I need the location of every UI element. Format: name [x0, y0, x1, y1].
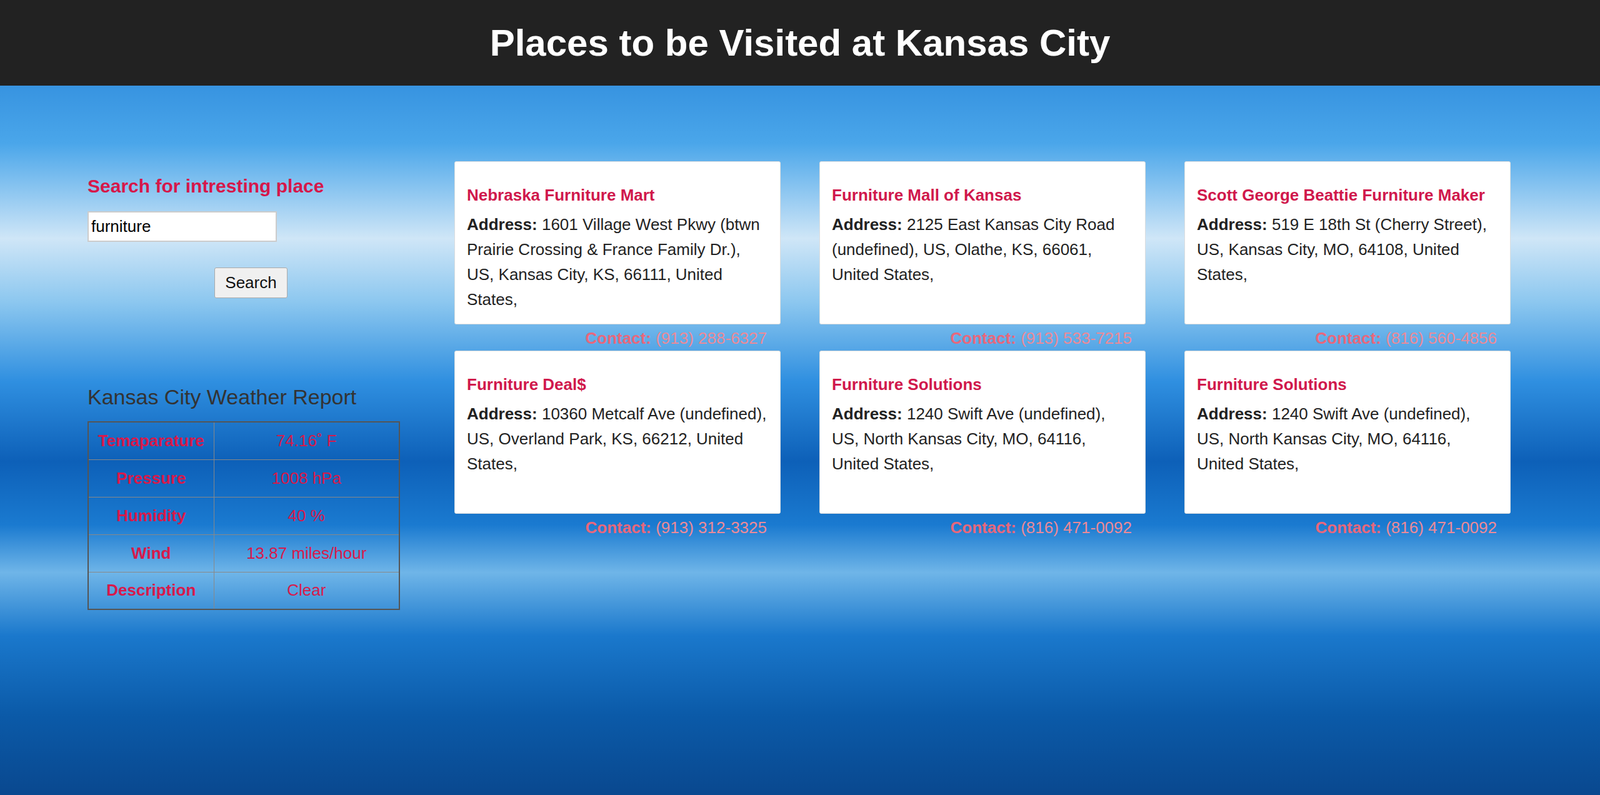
place-address: Address: 519 E 18th St (Cherry Street), …: [1196, 211, 1499, 287]
weather-value: Clear: [213, 571, 400, 610]
weather-row: Wind13.87 miles/hour: [88, 534, 400, 572]
search-input[interactable]: [87, 211, 277, 242]
weather-row: DescriptionClear: [88, 571, 400, 610]
place-name: Scott George Beattie Furniture Maker: [1196, 185, 1499, 205]
place-card: Furniture Deal$ Address: 10360 Metcalf Av…: [454, 350, 781, 514]
place-card: Furniture Mall of Kansas Address: 2125 Ea…: [819, 161, 1146, 325]
place-address: Address: 10360 Metcalf Ave (undefined), …: [466, 401, 769, 477]
weather-value: 13.87 miles/hour: [213, 534, 400, 572]
place-contact: Contact: (913) 312-3325: [454, 513, 781, 539]
search-heading: Search for intresting place: [87, 175, 400, 198]
place-item: Nebraska Furniture Mart Address: 1601 Vil…: [454, 161, 781, 350]
place-card: Furniture Solutions Address: 1240 Swift A…: [1184, 350, 1511, 514]
weather-row: Temaparature74.16˚ F: [88, 421, 400, 460]
place-name: Furniture Deal$: [466, 375, 769, 394]
place-address: Address: 1240 Swift Ave (undefined), US,…: [831, 401, 1134, 477]
place-card: Furniture Solutions Address: 1240 Swift A…: [819, 350, 1146, 514]
weather-table: Temaparature74.16˚ FPressure1008 hPaHumi…: [87, 421, 400, 610]
weather-value: 1008 hPa: [213, 459, 400, 497]
place-contact: Contact: (816) 471-0092: [1184, 513, 1511, 539]
sidebar: Search for intresting place Search Kansas …: [87, 161, 400, 795]
place-item: Furniture Solutions Address: 1240 Swift A…: [1184, 350, 1511, 539]
weather-label: Humidity: [88, 496, 214, 535]
weather-label: Wind: [88, 534, 214, 572]
app: Places to be Visited at Kansas City Searc…: [0, 0, 1600, 795]
place-name: Nebraska Furniture Mart: [466, 185, 769, 205]
place-contact: Contact: (913) 533-7215: [819, 324, 1146, 350]
place-contact: Contact: (816) 560-4856: [1184, 324, 1511, 350]
weather-label: Description: [88, 571, 214, 610]
place-address: Address: 2125 East Kansas City Road (und…: [831, 211, 1134, 287]
places-grid: Nebraska Furniture Mart Address: 1601 Vil…: [454, 161, 1511, 795]
place-card: Scott George Beattie Furniture Maker Addr…: [1184, 161, 1511, 325]
page-title: Places to be Visited at Kansas City: [490, 21, 1111, 65]
weather-label: Temaparature: [88, 421, 214, 460]
place-item: Scott George Beattie Furniture Maker Addr…: [1184, 161, 1511, 350]
place-name: Furniture Solutions: [831, 375, 1134, 394]
place-item: Furniture Deal$ Address: 10360 Metcalf Av…: [454, 350, 781, 539]
place-contact: Contact: (913) 288-6327: [454, 324, 781, 350]
place-address: Address: 1601 Village West Pkwy (btwn Pr…: [466, 211, 769, 312]
place-card: Nebraska Furniture Mart Address: 1601 Vil…: [454, 161, 781, 325]
place-contact: Contact: (816) 471-0092: [819, 513, 1146, 539]
place-item: Furniture Solutions Address: 1240 Swift A…: [819, 350, 1146, 539]
place-item: Furniture Mall of Kansas Address: 2125 Ea…: [819, 161, 1146, 350]
weather-heading: Kansas City Weather Report: [87, 384, 400, 410]
place-name: Furniture Mall of Kansas: [831, 185, 1134, 205]
weather-value: 74.16˚ F: [213, 421, 400, 460]
place-address: Address: 1240 Swift Ave (undefined), US,…: [1196, 401, 1499, 477]
place-name: Furniture Solutions: [1196, 375, 1499, 394]
weather-row: Pressure1008 hPa: [88, 459, 400, 497]
main: Search for intresting place Search Kansas …: [0, 85, 1600, 795]
header: Places to be Visited at Kansas City: [0, 0, 1600, 86]
weather-value: 40 %: [213, 496, 400, 535]
weather-label: Pressure: [88, 459, 214, 497]
search-button[interactable]: Search: [214, 267, 288, 299]
weather-row: Humidity40 %: [88, 496, 400, 535]
